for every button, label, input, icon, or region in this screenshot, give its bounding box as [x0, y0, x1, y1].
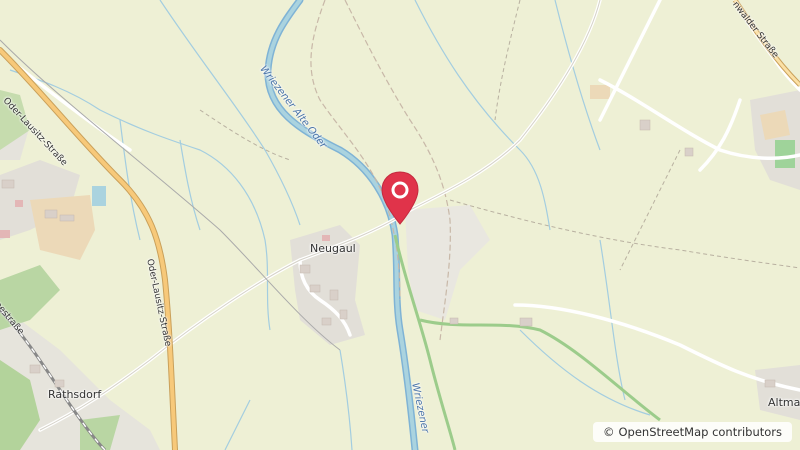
place-label-rathsdorf: Rathsdorf — [48, 388, 102, 401]
map-pin-icon[interactable] — [380, 170, 420, 226]
map-view[interactable]: Neugaul Rathsdorf Altmad Oder-Lausitz-St… — [0, 0, 800, 450]
place-label-neugaul: Neugaul — [310, 242, 356, 255]
copyright-symbol: © — [602, 425, 615, 439]
place-label-altmad: Altmad — [768, 396, 800, 409]
attribution-link[interactable]: OpenStreetMap contributors — [618, 425, 782, 439]
pond — [92, 186, 106, 206]
map-attribution: © OpenStreetMap contributors — [592, 422, 792, 442]
